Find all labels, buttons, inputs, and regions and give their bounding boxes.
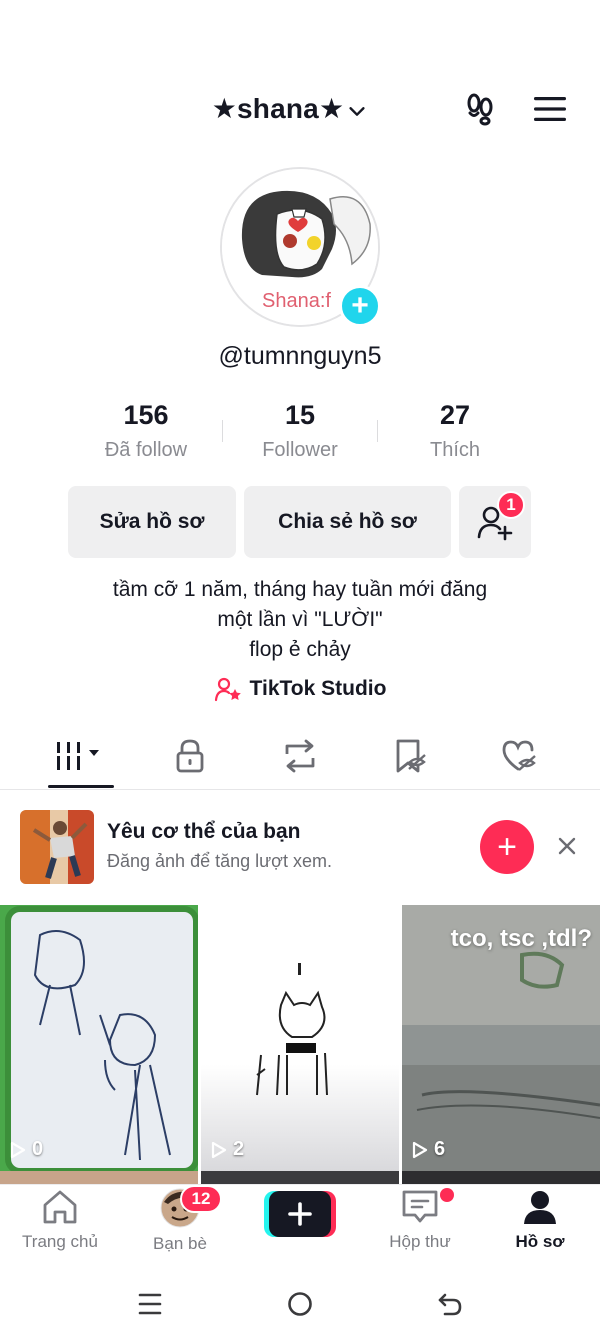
- bio-line: một lần vì "LƯỜI": [217, 608, 383, 631]
- video-tile-partial[interactable]: [0, 1171, 198, 1185]
- following-count: 156: [123, 400, 169, 430]
- lock-icon: [176, 739, 204, 773]
- view-count-value: 0: [32, 1138, 44, 1160]
- tabs-divider: [0, 789, 600, 790]
- view-count-value: 6: [434, 1138, 446, 1160]
- share-profile-button[interactable]: Chia sẻ hồ sơ: [244, 486, 451, 558]
- bio: tầm cỡ 1 năm, tháng hay tuần mới đăng mộ…: [0, 575, 600, 665]
- following-label: Đã follow: [104, 439, 188, 461]
- bookmark-hidden-icon: [396, 739, 426, 773]
- videos-grid-icon: [57, 742, 99, 770]
- nav-home-label: Trang chủ: [22, 1232, 98, 1251]
- play-icon: [211, 1141, 227, 1158]
- nav-friends-label: Bạn bè: [153, 1234, 207, 1253]
- stat-likes[interactable]: 27 Thích: [375, 400, 535, 462]
- followers-label: Follower: [262, 439, 338, 461]
- promo-subtitle: Đăng ảnh để tăng lượt xem.: [107, 851, 332, 871]
- promo-title: Yêu cơ thể của bạn: [107, 820, 301, 843]
- video-caption: tco, tsc ,tdl?: [450, 925, 592, 952]
- edit-profile-button[interactable]: Sửa hồ sơ: [68, 486, 236, 558]
- heart-hidden-icon: [502, 740, 536, 771]
- video-tile[interactable]: tco, tsc ,tdl? 6: [402, 905, 600, 1171]
- chevron-down-icon: [349, 106, 365, 116]
- hamburger-menu-icon[interactable]: [530, 89, 570, 129]
- add-avatar-button[interactable]: +: [339, 285, 381, 327]
- recent-apps-icon[interactable]: [130, 1284, 170, 1324]
- likes-label: Thích: [429, 439, 481, 461]
- view-count: 0: [10, 1138, 43, 1161]
- bio-line: flop ẻ chảy: [249, 638, 351, 661]
- share-profile-label: Chia sẻ hồ sơ: [278, 510, 417, 533]
- edit-profile-label: Sửa hồ sơ: [99, 510, 205, 533]
- video-tile[interactable]: 2: [201, 905, 399, 1171]
- view-count-value: 2: [233, 1138, 245, 1160]
- create-icon: [264, 1191, 336, 1237]
- video-tile-partial[interactable]: [402, 1171, 600, 1185]
- view-count: 2: [211, 1138, 244, 1161]
- nav-inbox[interactable]: Hộp thư: [360, 1188, 480, 1258]
- home-button-icon[interactable]: [280, 1284, 320, 1324]
- active-tab-indicator: [48, 785, 114, 788]
- inbox-icon: [402, 1190, 438, 1223]
- nav-inbox-label: Hộp thư: [389, 1232, 451, 1251]
- studio-icon: [214, 677, 241, 702]
- nav-profile[interactable]: Hồ sơ: [480, 1188, 600, 1258]
- home-icon: [43, 1190, 77, 1224]
- video-tile-partial[interactable]: [201, 1171, 399, 1185]
- tab-favorites[interactable]: [360, 734, 460, 778]
- play-icon: [10, 1141, 26, 1158]
- tab-private[interactable]: [140, 734, 240, 778]
- tab-videos[interactable]: [31, 734, 131, 778]
- avatar-signature-text: Shana:f: [262, 290, 331, 312]
- promo-add-button[interactable]: +: [480, 820, 534, 874]
- tab-reposts[interactable]: [250, 734, 350, 778]
- stat-following[interactable]: 156 Đã follow: [66, 400, 226, 462]
- stat-followers[interactable]: 15 Follower: [220, 400, 380, 462]
- back-icon[interactable]: [430, 1284, 470, 1324]
- nav-home[interactable]: Trang chủ: [0, 1188, 120, 1258]
- followers-count: 15: [284, 400, 316, 430]
- view-count: 6: [412, 1138, 445, 1161]
- footprints-icon[interactable]: [460, 89, 500, 129]
- profile-icon: [524, 1191, 556, 1224]
- promo-thumbnail: [20, 810, 94, 884]
- video-tile[interactable]: 0: [0, 905, 198, 1171]
- repost-icon: [285, 739, 315, 773]
- profile-title-text: ★shana★: [211, 93, 345, 124]
- create-button[interactable]: [264, 1191, 336, 1237]
- nav-profile-label: Hồ sơ: [515, 1232, 565, 1251]
- friends-badge: 12: [180, 1185, 222, 1213]
- username: @tumnnguyn5: [218, 342, 382, 370]
- inbox-notification-dot: [440, 1188, 454, 1202]
- close-icon[interactable]: [552, 831, 582, 861]
- play-icon: [412, 1141, 428, 1158]
- tiktok-studio-label: TikTok Studio: [249, 677, 387, 700]
- likes-count: 27: [439, 400, 471, 430]
- tab-liked[interactable]: [470, 734, 570, 778]
- bio-line: tầm cỡ 1 năm, tháng hay tuần mới đăng: [112, 578, 488, 601]
- add-friend-badge: 1: [497, 491, 525, 519]
- tiktok-studio-link[interactable]: TikTok Studio: [0, 676, 600, 702]
